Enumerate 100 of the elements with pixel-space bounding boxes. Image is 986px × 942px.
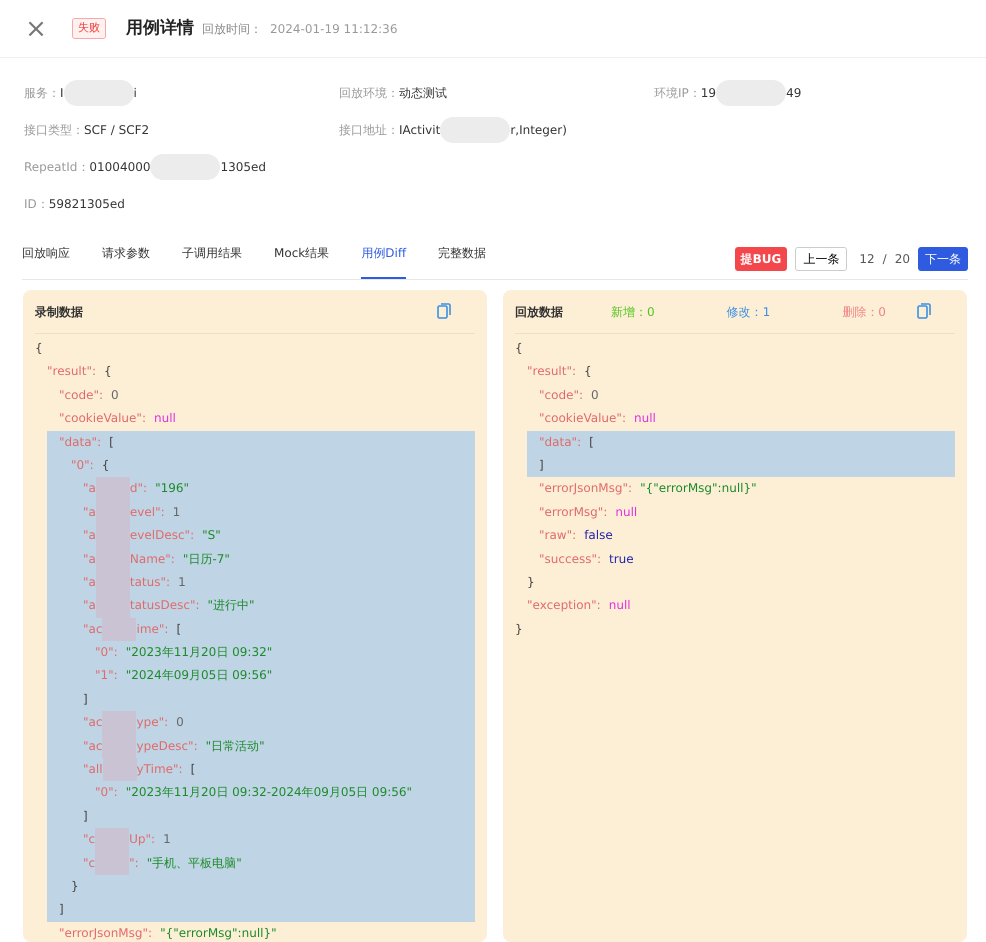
field-value: i <box>134 84 137 102</box>
json-key: "errorMsg": <box>539 500 608 524</box>
json-key: "cookieValue": <box>539 407 626 431</box>
json-key: "a <box>83 548 96 571</box>
report-bug-button[interactable]: 提BUG <box>734 247 788 271</box>
json-key: "data": <box>539 430 582 454</box>
json-bracket: } <box>515 620 523 638</box>
time-value: 2024-01-19 11:12:36 <box>270 20 398 38</box>
json-bracket: } <box>71 878 79 895</box>
json-value: 0 <box>591 386 599 404</box>
json-key: Name": <box>130 548 175 571</box>
tab[interactable]: 请求参数 <box>102 239 150 279</box>
json-key: "all <box>83 758 103 782</box>
json-value: [ <box>190 761 196 778</box>
json-key: "ac <box>83 618 102 642</box>
json-value: [ <box>589 434 594 451</box>
page-current: 12 <box>859 251 875 268</box>
json-value: "2023年11月20日 09:32" <box>126 644 272 662</box>
json-key: "result": <box>47 360 96 384</box>
field-value: 动态测试 <box>399 84 447 102</box>
copy-icon[interactable] <box>437 303 451 320</box>
json-bracket: } <box>527 574 535 591</box>
json-bracket: ] <box>539 456 544 474</box>
json-key: "errorJsonMsg": <box>59 922 152 942</box>
json-value: "手机、平板电脑" <box>146 854 242 872</box>
json-key: ime": <box>136 618 168 642</box>
json-key: "ac <box>83 711 102 735</box>
json-value: 1 <box>163 831 171 848</box>
json-key: "result": <box>527 360 576 384</box>
json-key: tatusDesc": <box>130 594 200 618</box>
json-value: { <box>102 456 110 474</box>
json-key: "a <box>83 500 96 524</box>
tab[interactable]: 子调用结果 <box>182 239 242 279</box>
field-label: 接口地址： <box>339 122 399 138</box>
json-value: "2023年11月20日 09:32-2024年09月05日 09:56" <box>126 784 412 802</box>
json-key: "success": <box>539 548 602 571</box>
json-value: null <box>154 410 176 428</box>
json-value: { <box>515 340 523 357</box>
field-value: 01004000 <box>89 158 150 176</box>
json-value: null <box>634 410 656 428</box>
json-bracket: ] <box>83 690 88 708</box>
time-label: 回放时间： <box>202 20 262 38</box>
field-label: 环境IP： <box>654 84 701 102</box>
diff-count: 修改：1 <box>726 304 770 320</box>
copy-icon[interactable] <box>917 303 931 320</box>
json-key: "0": <box>95 781 118 805</box>
json-key: evel": <box>130 500 165 524</box>
panel-title: 回放数据 <box>515 304 563 320</box>
json-value: 1 <box>178 574 186 591</box>
json-key: Up": <box>129 828 156 852</box>
json-value: "日常活动" <box>206 738 265 755</box>
page-total: 20 <box>894 251 910 268</box>
json-key: tatus": <box>130 570 170 594</box>
field-value: 1305ed <box>220 158 266 176</box>
json-value: 1 <box>172 504 180 521</box>
tab[interactable]: Mock结果 <box>274 239 330 279</box>
json-value: { <box>35 340 43 357</box>
close-button[interactable]: × <box>24 16 48 42</box>
next-button[interactable]: 下一条 <box>918 247 968 271</box>
json-value: "{"errorMsg":null}" <box>160 924 277 942</box>
json-value: null <box>608 597 631 614</box>
json-bracket: ] <box>59 901 64 918</box>
json-value: true <box>609 550 634 568</box>
tab[interactable]: 用例Diff <box>361 239 406 279</box>
json-value: "S" <box>202 527 221 544</box>
field-value: IActivit <box>399 122 440 138</box>
json-bracket: ] <box>83 808 88 825</box>
json-value: "{"errorMsg":null}" <box>640 480 757 498</box>
json-value: "196" <box>155 480 190 498</box>
field-value: I <box>60 84 64 102</box>
json-value: { <box>104 363 112 380</box>
json-value: 0 <box>111 386 119 404</box>
field-label: RepeatId： <box>24 158 90 176</box>
page-title: 用例详情 <box>126 16 194 40</box>
tab[interactable]: 完整数据 <box>438 239 486 279</box>
json-value: "日历-7" <box>182 550 230 568</box>
json-key: "0": <box>71 454 94 478</box>
json-key: "a <box>83 570 96 594</box>
field-label: 回放环境： <box>339 84 399 102</box>
field-label: 服务： <box>24 84 60 102</box>
json-key: "c <box>83 828 96 852</box>
json-key: "data": <box>59 430 102 454</box>
json-key: "raw": <box>539 524 576 548</box>
json-key: evelDesc": <box>130 524 194 548</box>
json-key: "ac <box>83 734 102 758</box>
json-value: false <box>584 527 613 544</box>
json-key: "1": <box>95 664 118 688</box>
json-value: "2024年09月05日 09:56" <box>126 667 272 684</box>
panel-title: 录制数据 <box>35 304 83 320</box>
json-key: "a <box>83 524 96 548</box>
json-key: "0": <box>95 641 118 664</box>
status-badge: 失败 <box>72 18 106 39</box>
json-value: null <box>615 504 638 521</box>
json-key: yTime": <box>136 758 183 782</box>
diff-count: 删除：0 <box>841 304 886 320</box>
previous-button[interactable]: 上一条 <box>795 247 848 271</box>
json-key: "code": <box>539 384 584 408</box>
page-separator: / <box>882 251 887 268</box>
tab[interactable]: 回放响应 <box>22 239 70 279</box>
field-value: 49 <box>786 84 802 102</box>
